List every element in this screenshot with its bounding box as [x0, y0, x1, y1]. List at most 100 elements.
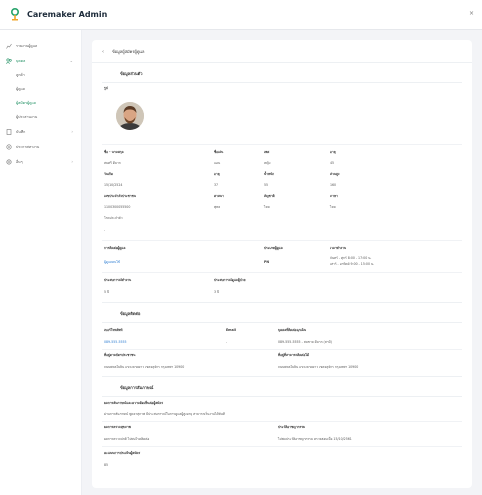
value-nationality: ไทย — [264, 205, 270, 209]
label-nickname: ชื่อเล่น — [214, 150, 224, 154]
label-weight: น้ำหนัก — [264, 172, 275, 176]
value-interview-result: ผ่านการสัมภาษณ์ พูดจาสุภาพ มีประสบการณ์ใ… — [104, 412, 225, 416]
section-title-interview: ข้อมูลการสัมภาษณ์ — [120, 385, 154, 390]
value-religion: พุทธ — [214, 205, 221, 209]
divider — [102, 349, 462, 350]
back-icon[interactable]: ‹ — [102, 49, 104, 55]
sidebar-item-jobs[interactable]: ประกาศหางาน — [0, 139, 81, 154]
divider — [102, 302, 462, 303]
label-birthdate: วันเกิด — [104, 172, 114, 176]
label-emergency-contact: บุคคลที่ติดต่อฉุกเฉิน — [278, 328, 307, 332]
sidebar-item-records[interactable]: บันทึก › — [0, 124, 81, 139]
sidebar-item-label: ผู้ดูแล — [16, 87, 25, 91]
value-age2: 37 — [214, 183, 219, 187]
value-contact-type[interactable]: ผู้ดูแลคนไข้ — [104, 260, 120, 265]
page-header: ‹ ข้อมูลผู้สมัครผู้ดูแล — [102, 48, 144, 55]
value-id-address: ถนนพหลโยธิน แขวงลาดยาว เขตจตุจักร กรุงเท… — [104, 365, 185, 369]
photo-label: รูป — [104, 86, 108, 90]
settings-icon — [6, 158, 12, 165]
value-language: ไทย — [330, 205, 336, 209]
app-title: Caremaker Admin — [27, 10, 108, 19]
label-age2: อายุ — [214, 172, 220, 176]
sidebar-item-label: บันทึก — [16, 129, 26, 134]
value-emergency-contact[interactable]: 089-555-5555 - สมชาย ดีมาก (สามี) — [278, 340, 332, 345]
value-weight: 55 — [264, 183, 269, 187]
label-fullname: ชื่อ - นามสกุล — [104, 150, 124, 154]
label-contact-address: ที่อยู่ที่สามารถติดต่อได้ — [278, 353, 310, 357]
chart-icon — [6, 43, 12, 49]
sidebar-item-label: ลูกค้า — [16, 73, 25, 77]
sidebar-item-label: ผู้สมัครผู้ดูแล — [16, 101, 36, 105]
label-email: Email — [226, 328, 236, 332]
label-caregiver-type: ประเภทผู้ดูแล — [264, 246, 283, 250]
value-work-hours: จันทร์ - ศุกร์ 8:00 - 17:00 น. — [330, 256, 372, 260]
sidebar-item-label: บุคคล — [16, 58, 26, 63]
gear-icon — [6, 143, 12, 150]
sidebar-item-coordinators[interactable]: ผู้ประสานงาน — [0, 110, 81, 124]
top-bar: Caremaker Admin × — [0, 0, 482, 30]
divider — [102, 446, 462, 447]
sidebar-item-applicants[interactable]: ผู้สมัครผู้ดูแล — [0, 96, 81, 110]
label-score: คะแนนการประเมินผู้สมัคร — [104, 451, 141, 455]
value-work-hours-2: เสาร์ - อาทิตย์ 9:00 - 15:00 น. — [330, 262, 375, 266]
value-birthdate: 15/10/2524 — [104, 183, 123, 187]
label-phone: เบอร์โทรศัพท์ — [104, 328, 123, 332]
chevron-down-icon: ⌄ — [69, 58, 73, 63]
value-email: - — [226, 340, 228, 344]
label-religion: ศาสนา — [214, 194, 224, 198]
value-caregiver-type: PN — [264, 260, 270, 264]
chevron-right-icon: › — [71, 129, 73, 134]
value-work-experience: 5 ปี — [104, 290, 110, 294]
sidebar-item-label: ผู้ประสานงาน — [16, 115, 38, 119]
value-phone[interactable]: 089-555-5555 — [104, 340, 127, 344]
value-id-number: 1100300055500 — [104, 205, 131, 209]
sidebar-item-caregivers[interactable]: ผู้ดูแล — [0, 82, 81, 96]
sidebar-item-label: รายงานผู้ดูแล — [16, 43, 38, 48]
value-nickname: แอน — [214, 161, 221, 165]
logo-icon — [10, 7, 20, 22]
section-title-personal: ข้อมูลส่วนตัว — [120, 71, 143, 76]
applicant-detail-card: ‹ ข้อมูลผู้สมัครผู้ดูแล ข้อมูลส่วนตัว รู… — [92, 40, 472, 488]
value-contact-address: ถนนพหลโยธิน แขวงลาดยาว เขตจตุจักร กรุงเท… — [278, 365, 359, 369]
divider — [102, 144, 462, 145]
label-height: ส่วนสูง — [330, 172, 340, 176]
label-id-number: เลขประจำตัวประชาชน — [104, 194, 136, 198]
file-icon — [6, 128, 12, 135]
label-disease: โรคประจำตัว — [104, 216, 123, 220]
label-health-check: ผลการตรวจสุขภาพ — [104, 425, 131, 429]
divider — [102, 421, 462, 422]
divider — [92, 62, 472, 63]
divider — [102, 396, 462, 397]
value-health-check: ผลการตรวจปกติ ไม่พบโรคติดต่อ — [104, 437, 150, 441]
sidebar-item-people[interactable]: บุคคล ⌄ — [0, 53, 81, 68]
sidebar-item-label: อื่นๆ — [16, 159, 23, 164]
label-nationality: สัญชาติ — [264, 194, 275, 198]
divider — [102, 376, 462, 377]
divider — [102, 322, 462, 323]
value-criminal-record: ไม่พบประวัติอาชญากรรม ตรวจสอบเมื่อ 15/10… — [278, 437, 352, 441]
label-work-hours: เวลาทำงาน — [330, 246, 347, 250]
value-gender: หญิง — [264, 161, 271, 165]
sidebar-item-report[interactable]: รายงานผู้ดูแล — [0, 38, 81, 53]
value-fullname: สมศรี ดีมาก — [104, 161, 121, 165]
sidebar-item-customers[interactable]: ลูกค้า — [0, 68, 81, 82]
close-icon[interactable]: × — [469, 10, 474, 17]
label-age: อายุ — [330, 150, 336, 154]
sidebar-item-other[interactable]: อื่นๆ › — [0, 154, 81, 169]
page-title: ข้อมูลผู้สมัครผู้ดูแล — [112, 49, 145, 54]
divider — [102, 240, 462, 241]
label-id-address: ที่อยู่ตามบัตรประชาชน — [104, 353, 136, 357]
avatar — [116, 102, 144, 130]
section-title-contact: ข้อมูลติดต่อ — [120, 311, 141, 316]
divider — [102, 272, 462, 273]
value-disease: - — [104, 228, 106, 232]
label-interview-result: ผลการสัมภาษณ์และความคิดเห็นต่อผู้สมัคร — [104, 401, 164, 405]
label-contact-type: การติดต่อผู้ดูแล — [104, 246, 126, 250]
value-age: 45 — [330, 161, 335, 165]
value-care-experience: 3 ปี — [214, 290, 220, 294]
divider — [102, 82, 462, 83]
label-work-experience: ประสบการณ์ทำงาน — [104, 278, 132, 282]
label-language: ภาษา — [330, 194, 338, 198]
chevron-right-icon: › — [71, 159, 73, 164]
value-height: 160 — [330, 183, 337, 187]
